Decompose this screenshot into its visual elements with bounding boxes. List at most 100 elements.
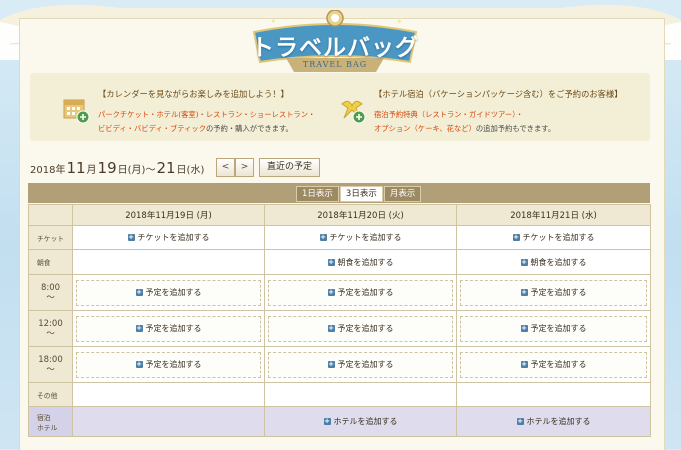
page-title: トラベルバッグ (251, 35, 419, 61)
next-button[interactable]: > (235, 158, 254, 177)
ticket-row: チケット + チケットを追加する + チケットを追加する + チケットを追加する (28, 225, 651, 250)
row-label-time: 8:00 〜 (28, 274, 73, 311)
time-label: 12:00 (38, 318, 63, 329)
date-end-day-unit: 日 (176, 164, 187, 176)
hotel-row: 宿泊 ホテル + ホテルを追加する + ホテルを追加する (28, 406, 651, 437)
add-plan-button[interactable]: + 予定を追加する (268, 315, 453, 342)
row-label-time: 12:00 〜 (28, 310, 73, 347)
time-label: 8:00 (40, 282, 61, 293)
column-header-day2: 2018年11月20日 (火) (264, 204, 457, 226)
ribbon-add-icon (341, 100, 366, 124)
column-header-day1: 2018年11月19日 (月) (72, 204, 265, 226)
add-plan-label: 予定を追加する (145, 323, 202, 333)
date-end-weekday: (水) (186, 164, 205, 176)
breakfast-row: 朝食 + 朝食を追加する + 朝食を追加する (28, 249, 651, 275)
info-calendar-highlight: パークチケット・ホテル(客室)・レストラン・ショーレストラン・ (98, 110, 316, 119)
add-plan-button[interactable]: + 予定を追加する (268, 279, 453, 306)
add-plan-button[interactable]: + 予定を追加する (76, 315, 261, 342)
add-plan-button[interactable]: + 予定を追加する (268, 351, 453, 378)
column-header-day3: 2018年11月21日 (水) (456, 204, 651, 226)
plus-icon: + (516, 417, 524, 425)
info-calendar-heading: 【カレンダーを見ながらお楽しみを追加しよう！】 (98, 89, 289, 99)
add-plan-button[interactable]: + 予定を追加する (460, 315, 647, 342)
slot-cell: + 予定を追加する (72, 274, 265, 311)
plus-icon: + (520, 287, 528, 296)
time-row-18: 18:00 〜 + 予定を追加する + 予定を追加する + 予定を追加する (28, 346, 651, 383)
plus-icon: + (323, 417, 331, 425)
slot-cell: + 予定を追加する (264, 346, 457, 383)
travel-bag-logo: ✦ ✦ トラベルバッグ TRAVEL BAG (246, 10, 424, 74)
plus-icon: + (520, 323, 528, 332)
plus-icon: + (135, 323, 143, 332)
add-breakfast-label: 朝食を追加する (337, 257, 394, 267)
add-plan-label: 予定を追加する (530, 287, 587, 297)
row-label-hotel: 宿泊 ホテル (28, 406, 73, 437)
date-start-day-unit: 日 (117, 164, 128, 176)
hotel-label-line1: 宿泊 (37, 413, 51, 422)
plus-icon: + (520, 257, 528, 266)
info-hotel-highlight2: オプション（ケーキ、花など） (374, 124, 476, 133)
plus-icon: + (327, 257, 335, 266)
time-tilde: 〜 (46, 364, 55, 375)
add-ticket-label: チケットを追加する (329, 233, 402, 242)
add-breakfast-day3[interactable]: + 朝食を追加する (456, 249, 651, 275)
add-breakfast-day2[interactable]: + 朝食を追加する (264, 249, 457, 275)
date-month-unit: 月 (86, 164, 97, 176)
add-hotel-day2[interactable]: + ホテルを追加する (264, 406, 457, 437)
date-month: 11 (66, 159, 86, 177)
slot-cell: + 予定を追加する (264, 310, 457, 347)
date-year: 2018年 (30, 164, 66, 176)
add-ticket-day1[interactable]: + チケットを追加する (72, 225, 265, 250)
date-range-display: 2018年 11 月 19 日 (月) 〜 21 日 (水) (30, 156, 204, 180)
info-hotel-body: 宿泊予約特典（レストラン・ガイドツアー）・ オプション（ケーキ、花など）の追加予… (374, 108, 648, 136)
info-calendar-tail: の予約・購入ができます。 (206, 124, 293, 133)
info-calendar-highlight2: ビビディ・バビディ・ブティック (98, 124, 206, 133)
page-subtitle: TRAVEL BAG (302, 60, 368, 69)
other-cell (264, 382, 457, 407)
row-label-breakfast: 朝食 (28, 249, 73, 275)
plus-icon: + (319, 233, 327, 241)
tab-3day[interactable]: 3日表示 (339, 186, 383, 202)
plus-icon: + (520, 359, 528, 368)
header-corner (28, 204, 73, 226)
add-plan-label: 予定を追加する (530, 359, 587, 369)
add-breakfast-label: 朝食を追加する (530, 257, 587, 267)
prev-button[interactable]: < (216, 158, 235, 177)
row-label-other: その他 (28, 382, 73, 407)
info-hotel-heading: 【ホテル宿泊（バケーションパッケージ含む）をご予約のお客様】 (374, 89, 623, 99)
date-start-weekday: (月) (127, 164, 146, 176)
info-hotel: 【ホテル宿泊（バケーションパッケージ含む）をご予約のお客様】 宿泊予約特典（レス… (338, 88, 648, 136)
breakfast-day1-empty (72, 249, 265, 275)
view-tabs-bar: 1日表示 3日表示 月表示 (28, 183, 650, 203)
schedule-table: 2018年11月19日 (月) 2018年11月20日 (火) 2018年11月… (28, 204, 651, 437)
add-ticket-label: チケットを追加する (137, 233, 210, 242)
recent-schedule-button[interactable]: 直近の予定 (259, 158, 321, 177)
info-calendar: 【カレンダーを見ながらお楽しみを追加しよう！】 パークチケット・ホテル(客室)・… (62, 88, 362, 136)
tab-1day[interactable]: 1日表示 (296, 186, 339, 202)
date-separator: 〜 (145, 164, 156, 176)
info-calendar-body: パークチケット・ホテル(客室)・レストラン・ショーレストラン・ ビビディ・バビデ… (98, 108, 362, 136)
add-ticket-day3[interactable]: + チケットを追加する (456, 225, 651, 250)
info-hotel-highlight: 宿泊予約特典（レストラン・ガイドツアー）・ (374, 110, 524, 119)
date-end-day: 21 (156, 159, 176, 177)
add-plan-button[interactable]: + 予定を追加する (460, 351, 647, 378)
add-plan-label: 予定を追加する (145, 359, 202, 369)
add-hotel-day3[interactable]: + ホテルを追加する (456, 406, 651, 437)
row-label-ticket: チケット (28, 225, 73, 250)
time-tilde: 〜 (46, 328, 55, 339)
add-plan-label: 予定を追加する (337, 287, 394, 297)
date-start-day: 19 (97, 159, 117, 177)
slot-cell: + 予定を追加する (456, 274, 651, 311)
plus-icon: + (135, 287, 143, 296)
other-cell (72, 382, 265, 407)
svg-text:✦: ✦ (270, 17, 277, 26)
view-tabs: 1日表示 3日表示 月表示 (296, 186, 422, 202)
add-plan-button[interactable]: + 予定を追加する (76, 351, 261, 378)
add-plan-button[interactable]: + 予定を追加する (460, 279, 647, 306)
tab-month[interactable]: 月表示 (383, 186, 422, 202)
add-plan-button[interactable]: + 予定を追加する (76, 279, 261, 306)
plus-icon: + (327, 323, 335, 332)
add-ticket-day2[interactable]: + チケットを追加する (264, 225, 457, 250)
add-plan-label: 予定を追加する (530, 323, 587, 333)
svg-text:✦: ✦ (396, 17, 403, 26)
